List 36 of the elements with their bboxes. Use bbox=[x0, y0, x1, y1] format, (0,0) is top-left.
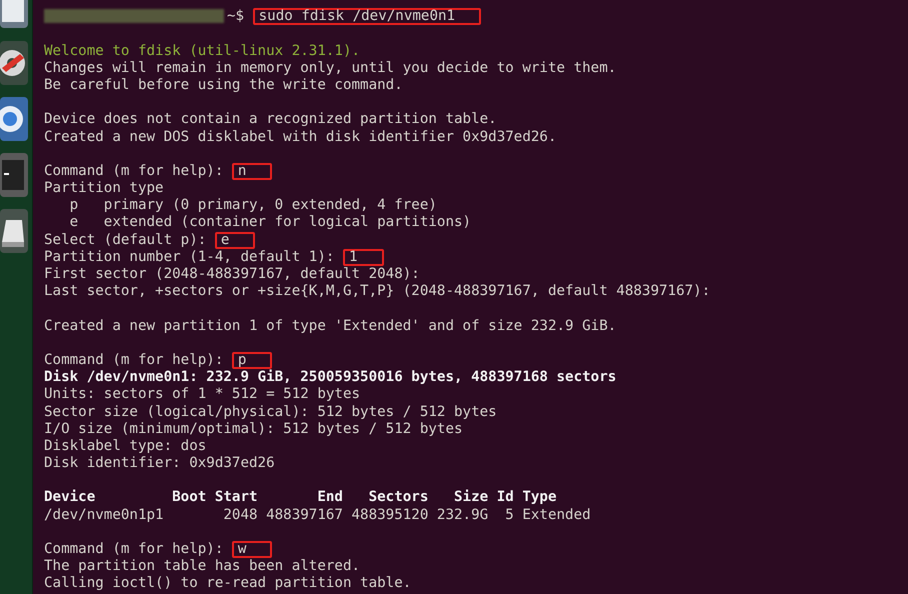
terminal-line: First sector (2048-488397167, default 2048): bbox=[44, 266, 420, 282]
terminal-line: Command (m for help): bbox=[44, 541, 224, 557]
terminal-line: Welcome to fdisk (util-linux 2.31.1). bbox=[44, 42, 360, 59]
terminal-line: Command (m for help): bbox=[44, 162, 224, 179]
terminal-line: Last sector, +sectors or +size{K,M,G,T,P} (2048-488397167, default 488397167): bbox=[44, 283, 710, 300]
terminal-line: Device does not contain a recognized partition table. bbox=[44, 111, 497, 128]
terminal-line: p primary (0 primary, 0 extended, 4 free) bbox=[68, 197, 437, 214]
terminal-line: Partition number (1-4, default 1): bbox=[44, 248, 334, 265]
terminal-line: Sector size (logical/physical): 512 bytes / 512 bytes bbox=[44, 404, 497, 420]
typed-command: p bbox=[232, 352, 272, 369]
terminal-line: Units: sectors of 1 * 512 = 512 bytes bbox=[44, 386, 360, 402]
typed-command: n bbox=[232, 162, 272, 180]
typed-command: w bbox=[232, 541, 272, 558]
terminal-line: /dev/nvme0n1p1 2048 488397167 488395120 232.9G 5 Extended bbox=[44, 506, 591, 523]
prompt-symbol: ~$ bbox=[227, 8, 244, 24]
terminal-line: Changes will remain in memory only, until you decide to write them. bbox=[44, 60, 616, 76]
terminal-line: I/O size (minimum/optimal): 512 bytes / 512 bytes bbox=[44, 420, 463, 437]
terminal-line: Calling ioctl() to re-read partition table. bbox=[44, 575, 412, 592]
terminal-line: Device Boot Start End Sectors Size Id Type bbox=[44, 489, 556, 506]
terminal-line: Command (m for help): bbox=[44, 352, 224, 368]
terminal-line: Partition type bbox=[44, 180, 164, 196]
gear-icon[interactable] bbox=[0, 40, 30, 86]
terminal-line: The partition table has been altered. bbox=[44, 558, 360, 574]
terminal-line: Created a new partition 1 of type 'Extended' and of size 232.9 GiB. bbox=[44, 318, 616, 334]
drive-icon[interactable] bbox=[0, 208, 30, 254]
terminal-line: Disk identifier: 0x9d37ed26 bbox=[44, 455, 275, 472]
terminal-line: Be careful before using the write command. bbox=[44, 76, 403, 93]
terminal-line: Disklabel type: dos bbox=[44, 438, 206, 454]
terminal-line: e extended (container for logical partitions) bbox=[68, 214, 472, 230]
typed-command: e bbox=[214, 232, 256, 249]
typed-command: 1 bbox=[342, 248, 384, 266]
terminal-line: Disk /dev/nvme0n1: 232.9 GiB, 250059350016 bytes, 488397168 sectors bbox=[44, 369, 616, 386]
terminal-line: Select (default p): bbox=[44, 232, 206, 248]
terminal-line: Created a new DOS disklabel with disk identifier 0x9d37ed26. bbox=[44, 128, 556, 144]
circle-app-icon[interactable] bbox=[0, 96, 30, 142]
typed-command: sudo fdisk /dev/nvme0n1 bbox=[252, 8, 482, 26]
